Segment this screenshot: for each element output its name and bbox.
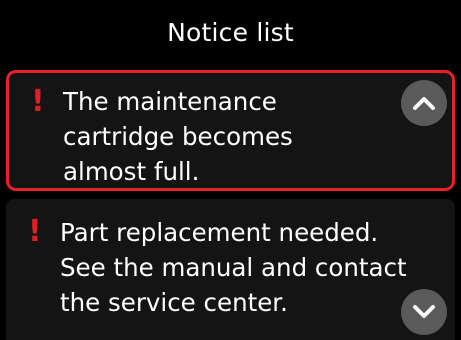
- notice-item-maintenance-cartridge[interactable]: ! The maintenance cartridge becomes almo…: [6, 70, 455, 191]
- notice-message: Part replacement needed. See the manual …: [60, 218, 407, 317]
- chevron-down-icon: [413, 305, 435, 318]
- notice-message: The maintenance cartridge becomes almost…: [63, 87, 293, 186]
- exclamation-icon: !: [28, 214, 42, 249]
- exclamation-icon: !: [31, 84, 45, 119]
- notice-list-screen: Notice list ! The maintenance cartridge …: [0, 0, 461, 340]
- scroll-down-button[interactable]: [401, 289, 447, 335]
- notice-item-part-replacement[interactable]: ! Part replacement needed. See the manua…: [6, 199, 455, 340]
- page-title: Notice list: [167, 17, 294, 47]
- chevron-up-icon: [413, 97, 435, 110]
- scroll-up-button[interactable]: [401, 80, 447, 126]
